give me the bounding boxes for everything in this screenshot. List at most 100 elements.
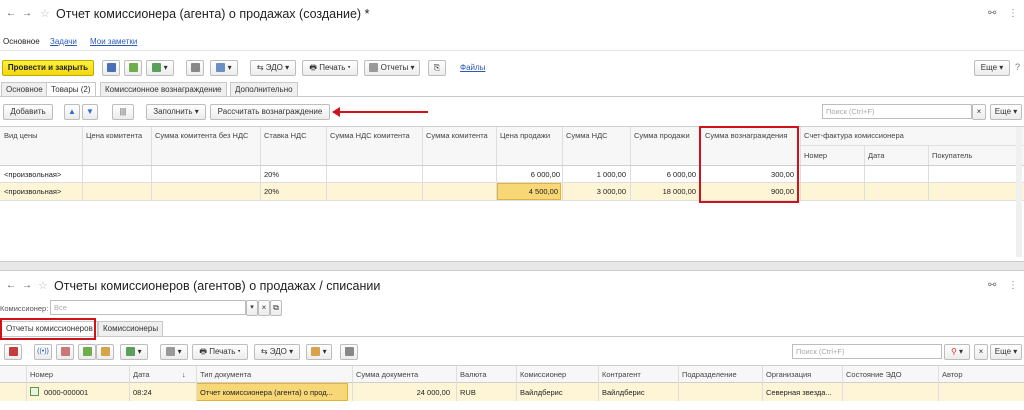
search-button[interactable]: ⚲ ▾ xyxy=(944,344,970,360)
col-commissioner[interactable]: Комиссионер xyxy=(520,370,566,379)
cell-organization: Северная звезда... xyxy=(766,388,832,397)
col-price-type[interactable]: Вид цены xyxy=(4,131,38,140)
list-more-button[interactable]: Еще ▾ xyxy=(990,344,1022,360)
col-committent-price[interactable]: Цена комитента xyxy=(86,131,142,140)
list-row[interactable] xyxy=(0,383,1024,401)
cell-vat-rate: 20% xyxy=(264,170,280,179)
move-up-button[interactable]: ▲ xyxy=(64,104,80,120)
attach-button[interactable]: ⎘ xyxy=(428,60,446,76)
col-doc-type[interactable]: Тип документа xyxy=(200,370,251,379)
col-invoice-group[interactable]: Счет-фактура комиссионера xyxy=(804,131,904,140)
list-window: ← → ☆ Отчеты комиссионеров (агентов) о п… xyxy=(0,270,1024,410)
section-main[interactable]: Основное xyxy=(3,37,40,46)
col-sale-sum[interactable]: Сумма продажи xyxy=(634,131,690,140)
cell-sale-price: 4 500,00 xyxy=(528,187,558,196)
help-icon[interactable]: ? xyxy=(1015,62,1020,72)
cell-vat-sum: 1 000,00 xyxy=(596,170,626,179)
document-title: Отчет комиссионера (агента) о продажах (… xyxy=(56,7,370,21)
col-author[interactable]: Автор xyxy=(942,370,963,379)
favorite-star-icon[interactable]: ☆ xyxy=(38,279,48,292)
forward-arrow-icon[interactable]: → xyxy=(20,279,34,293)
col-sale-price[interactable]: Цена продажи xyxy=(500,131,550,140)
link-icon[interactable]: ⚯ xyxy=(988,280,996,291)
col-invoice-date[interactable]: Дата xyxy=(868,151,885,160)
col-committent-vat[interactable]: Сумма НДС комитента xyxy=(330,131,410,140)
table-search-input[interactable]: Поиск (Ctrl+F) xyxy=(822,104,972,119)
col-department[interactable]: Подразделение xyxy=(682,370,737,379)
filter-clear-button[interactable]: × xyxy=(258,300,270,316)
col-date[interactable]: Дата xyxy=(133,370,150,379)
cell-price-type: <произвольная> xyxy=(4,187,62,196)
cell-currency: RUB xyxy=(460,388,476,397)
edo-status-button[interactable]: ((•)) xyxy=(34,344,52,360)
link-icon[interactable]: ⚯ xyxy=(988,8,996,19)
sort-indicator-icon[interactable]: ↓ xyxy=(182,370,186,379)
reports-button[interactable]: ▾ xyxy=(306,344,332,360)
col-doc-sum[interactable]: Сумма документа xyxy=(356,370,418,379)
tab-commission[interactable]: Комиссионное вознаграждение xyxy=(100,82,227,96)
back-arrow-icon[interactable]: ← xyxy=(4,279,18,293)
edo-button[interactable]: ⇆ ЭДО ▾ xyxy=(254,344,300,360)
cell-sale-sum: 18 000,00 xyxy=(662,187,696,196)
back-arrow-icon[interactable]: ← xyxy=(4,7,18,21)
cell-vat-sum: 3 000,00 xyxy=(596,187,626,196)
col-invoice-number[interactable]: Номер xyxy=(804,151,827,160)
col-vat-sum[interactable]: Сумма НДС xyxy=(566,131,608,140)
reports-button[interactable]: Отчеты ▾ xyxy=(364,60,420,76)
col-organization[interactable]: Организация xyxy=(766,370,811,379)
structure-button[interactable]: ▾ xyxy=(210,60,238,76)
section-notes[interactable]: Мои заметки xyxy=(90,37,137,46)
calculate-reward-button[interactable]: Рассчитать вознаграждение xyxy=(210,104,330,120)
col-committent-sum[interactable]: Сумма комитента xyxy=(426,131,488,140)
cell-counterparty: Вайлдберис xyxy=(602,388,645,397)
add-button[interactable]: Добавить xyxy=(3,104,53,120)
unpost-button[interactable] xyxy=(96,344,114,360)
col-committent-sum-no-vat[interactable]: Сумма комитента без НДС xyxy=(155,131,248,140)
commissioner-filter-input[interactable]: Все xyxy=(50,300,246,315)
forward-arrow-icon[interactable]: → xyxy=(20,7,34,21)
post-and-close-button[interactable]: Провести и закрыть xyxy=(2,60,94,76)
document-button[interactable] xyxy=(56,344,74,360)
section-tasks[interactable]: Задачи xyxy=(50,37,77,46)
filter-open-button[interactable]: ⧉ xyxy=(270,300,282,316)
journal-button[interactable] xyxy=(340,344,358,360)
col-number[interactable]: Номер xyxy=(30,370,53,379)
cell-sale-price: 6 000,00 xyxy=(530,170,560,179)
more-icon[interactable]: ⋮ xyxy=(1008,280,1018,291)
edo-label: ЭДО xyxy=(265,63,283,72)
clear-search-button[interactable]: × xyxy=(972,104,986,120)
more-icon[interactable]: ⋮ xyxy=(1008,8,1018,19)
print-button[interactable]: 🖶 Печать ▾ xyxy=(192,344,248,360)
save-button[interactable] xyxy=(102,60,120,76)
col-buyer[interactable]: Покупатель xyxy=(932,151,972,160)
tab-commissioners[interactable]: Комиссионеры xyxy=(98,321,164,336)
move-down-button[interactable]: ▼ xyxy=(82,104,98,120)
table-scrollbar[interactable] xyxy=(1016,127,1022,257)
barcode-button[interactable]: ||| xyxy=(112,104,134,120)
filter-dropdown-button[interactable]: ▾ xyxy=(246,300,258,316)
search-clear-button[interactable]: × xyxy=(974,344,988,360)
tab-additional[interactable]: Дополнительно xyxy=(230,82,298,96)
list-search-input[interactable]: Поиск (Ctrl+F) xyxy=(792,344,942,359)
tab-main[interactable]: Основное xyxy=(1,82,48,96)
files-link[interactable]: Файлы xyxy=(460,63,485,72)
col-vat-rate[interactable]: Ставка НДС xyxy=(264,131,307,140)
delete-button[interactable] xyxy=(4,344,22,360)
more-button[interactable]: Еще ▾ xyxy=(974,60,1010,76)
structure-icon xyxy=(216,63,226,73)
create-based-button[interactable]: ▾ xyxy=(146,60,174,76)
post-button[interactable] xyxy=(124,60,142,76)
edo-button[interactable]: ⇆ ЭДО ▾ xyxy=(250,60,296,76)
create-based-button[interactable]: ▾ xyxy=(120,344,148,360)
print-button[interactable]: 🖶 Печать ▾ xyxy=(302,60,358,76)
table-more-button[interactable]: Еще ▾ xyxy=(990,104,1022,120)
col-currency[interactable]: Валюта xyxy=(460,370,487,379)
favorite-star-icon[interactable]: ☆ xyxy=(40,7,50,20)
col-edo-state[interactable]: Состояние ЭДО xyxy=(846,370,902,379)
tab-goods[interactable]: Товары (2) xyxy=(46,82,96,96)
journal-button[interactable] xyxy=(186,60,204,76)
structure-button[interactable]: ▾ xyxy=(160,344,188,360)
fill-button[interactable]: Заполнить ▾ xyxy=(146,104,206,120)
post-button[interactable] xyxy=(78,344,96,360)
col-counterparty[interactable]: Контрагент xyxy=(602,370,641,379)
